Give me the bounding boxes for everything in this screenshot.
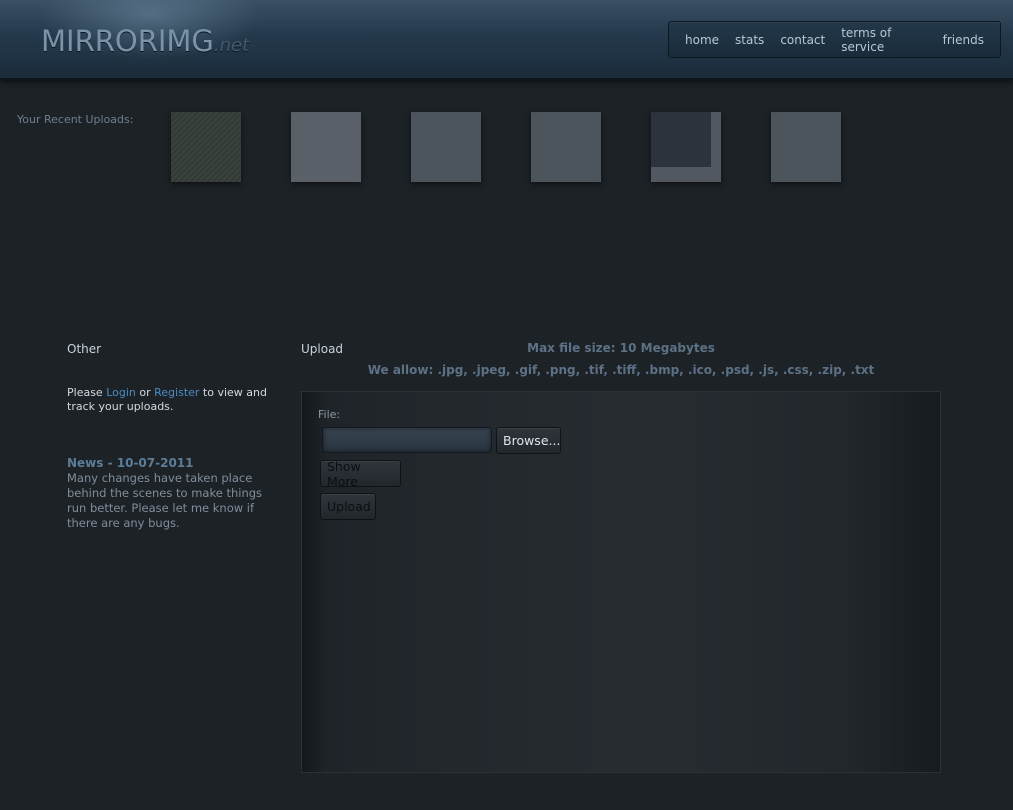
sidebar-heading: Other (67, 342, 102, 356)
upload-panel: File: Browse... Show More Upload (301, 391, 941, 773)
file-path-input[interactable] (322, 427, 492, 453)
nav-terms-of-service[interactable]: terms of service (841, 26, 926, 54)
browse-button[interactable]: Browse... (496, 427, 561, 454)
recent-upload-thumbnail[interactable] (411, 112, 481, 182)
allowed-file-types: We allow: .jpg, .jpeg, .gif, .png, .tif,… (367, 363, 875, 377)
nav-home[interactable]: home (685, 33, 719, 47)
site-logo[interactable]: MIRRORIMG.net (41, 24, 249, 58)
register-link[interactable]: Register (154, 386, 199, 399)
logo-main: MIRRORIMG (41, 24, 214, 58)
max-file-size: Max file size: 10 Megabytes (527, 341, 715, 355)
recent-upload-thumbnail[interactable] (651, 112, 721, 182)
news-title: News - 10-07-2011 (67, 456, 194, 470)
upload-button[interactable]: Upload (320, 493, 376, 520)
nav-stats[interactable]: stats (735, 33, 764, 47)
recent-upload-thumbnail[interactable] (771, 112, 841, 182)
site-header: MIRRORIMG.net home stats contact terms o… (0, 0, 1013, 80)
main-nav: home stats contact terms of service frie… (668, 21, 1001, 58)
nav-friends[interactable]: friends (943, 33, 984, 47)
recent-upload-thumbnail[interactable] (291, 112, 361, 182)
login-link[interactable]: Login (106, 386, 136, 399)
news-body: Many changes have taken place behind the… (67, 471, 263, 530)
recent-upload-thumbnail[interactable] (531, 112, 601, 182)
login-or: or (135, 386, 155, 399)
recent-uploads-label: Your Recent Uploads: (17, 113, 134, 126)
nav-contact[interactable]: contact (780, 33, 825, 47)
file-label: File: (318, 408, 341, 421)
login-prompt: Please Login or Register to view and tra… (67, 386, 277, 414)
recent-upload-thumbnail[interactable] (171, 112, 241, 182)
logo-tld: .net (213, 35, 250, 56)
show-more-button[interactable]: Show More (320, 459, 401, 489)
login-prefix: Please (67, 386, 107, 399)
